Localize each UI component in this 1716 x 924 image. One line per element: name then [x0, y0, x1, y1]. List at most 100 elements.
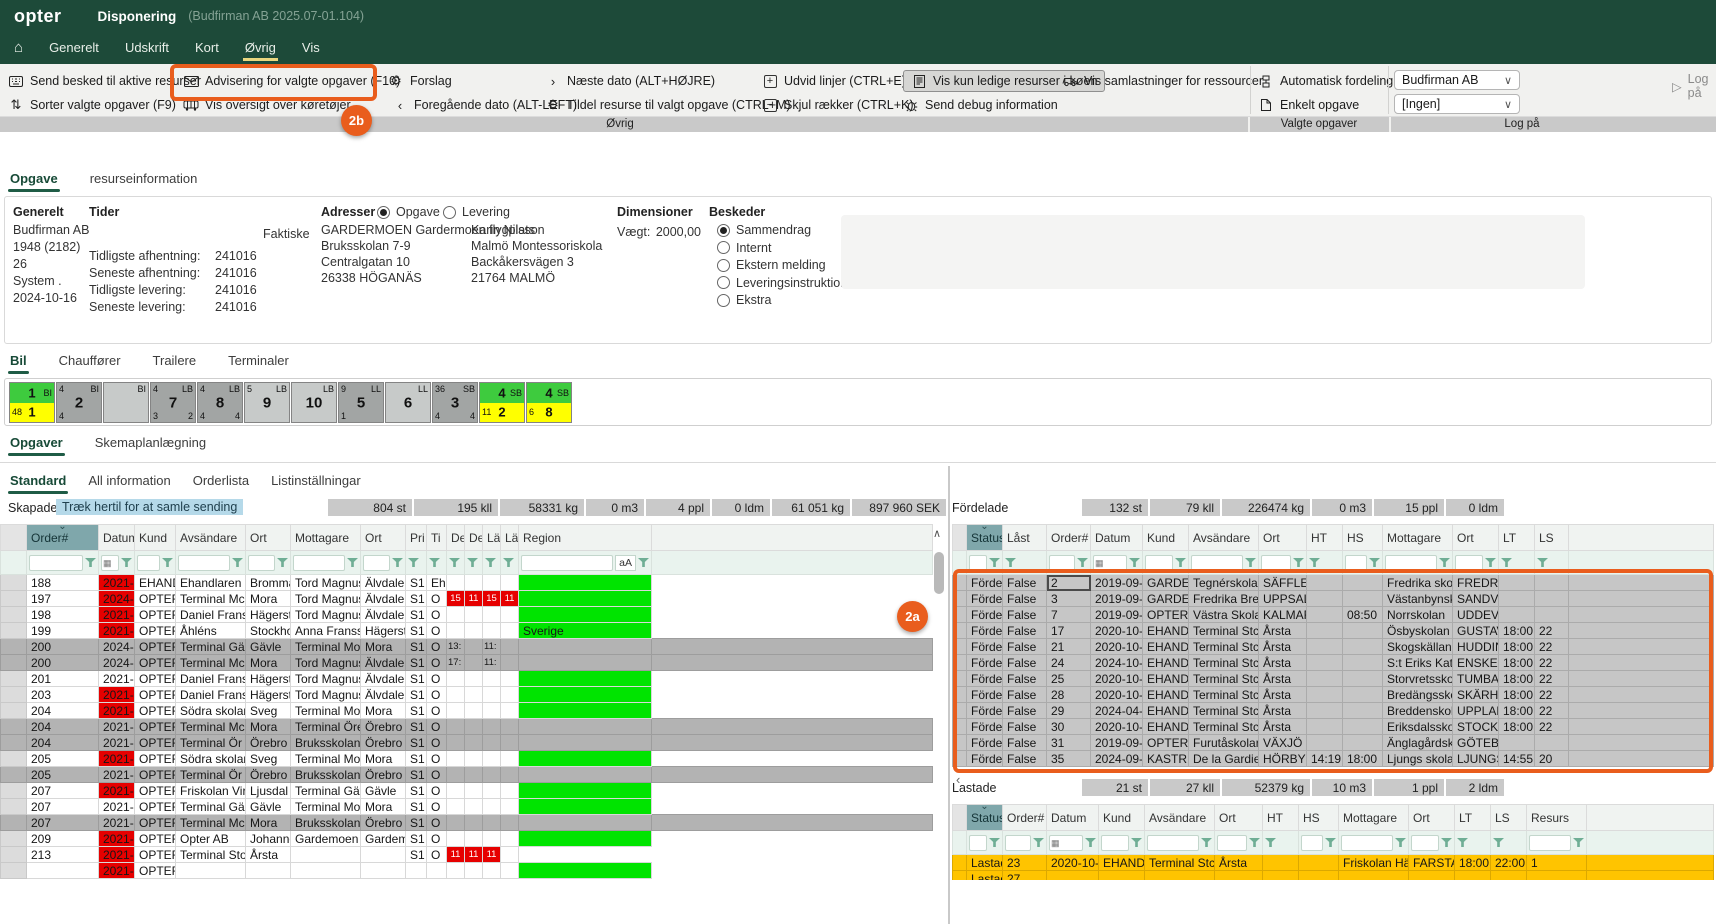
row-selector[interactable]: [1, 799, 27, 815]
enkelt-opgave-button[interactable]: Enkelt opgave: [1258, 94, 1359, 116]
filter-input[interactable]: [1301, 835, 1323, 851]
filter-funnel-icon[interactable]: [162, 558, 173, 567]
filter-input[interactable]: [178, 555, 230, 571]
filter-funnel-icon[interactable]: [1369, 558, 1380, 567]
filter-input[interactable]: [1005, 835, 1031, 851]
column-header-ti[interactable]: Ti: [427, 525, 447, 551]
forslag-button[interactable]: ⚙Forslag: [388, 70, 452, 92]
profile-dropdown[interactable]: [Ingen] ∨: [1394, 94, 1520, 114]
resource-tile[interactable]: 9LL51: [338, 382, 384, 423]
tab-resurseinformation[interactable]: resurseinformation: [88, 164, 200, 193]
row-selector[interactable]: [953, 607, 967, 623]
column-header-de[interactable]: De: [447, 525, 465, 551]
resource-tile[interactable]: 4LB732: [150, 382, 196, 423]
table-row[interactable]: FördeladFalse252020-10-EHANDTerminal Stc…: [953, 671, 1714, 687]
filter-input[interactable]: [521, 555, 613, 571]
table-row[interactable]: FördeladFalse352024-09-KASTRDe la Gardie…: [953, 751, 1714, 767]
adresser-radio-opgave[interactable]: Opgave: [377, 205, 440, 219]
filter-input[interactable]: [1385, 555, 1437, 571]
column-header-avs-ndare[interactable]: Avsändare: [1145, 805, 1215, 831]
row-selector[interactable]: [953, 639, 967, 655]
row-selector[interactable]: [1, 687, 27, 703]
table-row[interactable]: FördeladFalse292024-04-EHANDTerminal Stc…: [953, 703, 1714, 719]
column-header-ort[interactable]: Ort: [1215, 805, 1263, 831]
filter-funnel-icon[interactable]: [408, 558, 419, 567]
row-selector[interactable]: [1, 591, 27, 607]
filter-input[interactable]: [137, 555, 160, 571]
besked-text-area[interactable]: [841, 215, 1585, 289]
resource-tile[interactable]: LL6: [385, 382, 431, 423]
row-selector[interactable]: [1, 639, 27, 655]
row-selector[interactable]: [1, 767, 27, 783]
filter-input[interactable]: [1147, 835, 1199, 851]
table-row[interactable]: FördeladFalse212020-10-EHANDTerminal Stc…: [953, 639, 1714, 655]
filter-funnel-icon[interactable]: [989, 838, 1000, 847]
advisering-button[interactable]: Advisering for valgte opgaver (F10): [183, 70, 400, 92]
udvid-linjer-button[interactable]: +Udvid linjer (CTRL+E): [762, 70, 906, 92]
tab-listinst-llningar[interactable]: Listinställningar: [269, 466, 363, 495]
beskeder-radio-ekstern-melding[interactable]: Ekstern melding: [717, 258, 826, 272]
row-selector[interactable]: [1, 719, 27, 735]
filter-input[interactable]: ▦: [1093, 555, 1127, 571]
table-row[interactable]: 1882021-0EHANDEhandlarenBrommaTord Magnu…: [1, 575, 933, 591]
menu-item-kort[interactable]: Kort: [195, 32, 219, 64]
table-row[interactable]: 2052021-0OPTERSödra skolanSvegTerminal M…: [1, 751, 933, 767]
row-selector[interactable]: [1, 783, 27, 799]
vis-samlastninger-button[interactable]: Vis samlastninger for ressourcer: [1062, 70, 1263, 92]
row-selector[interactable]: [1, 607, 27, 623]
filter-funnel-icon[interactable]: [1573, 838, 1584, 847]
row-selector[interactable]: [1, 671, 27, 687]
resource-tile[interactable]: 4BI24: [56, 382, 102, 423]
filter-funnel-icon[interactable]: [1457, 838, 1468, 847]
tildel-resurse-button[interactable]: ⚙Tildel resurse til valgt opgave (CTRL+M…: [545, 94, 791, 116]
filter-funnel-icon[interactable]: [85, 558, 96, 567]
row-selector[interactable]: [953, 855, 967, 871]
filter-funnel-icon[interactable]: [1439, 558, 1450, 567]
scroll-up-icon[interactable]: ∧: [933, 527, 941, 540]
tab-chauff-rer[interactable]: Chauffører: [57, 346, 123, 375]
filter-funnel-icon[interactable]: [1249, 838, 1260, 847]
table-row[interactable]: FördeladFalse312019-09-OPTERFurutåskolar…: [953, 735, 1714, 751]
filter-funnel-icon[interactable]: [1129, 558, 1140, 567]
tab-orderlista[interactable]: Orderlista: [191, 466, 251, 495]
column-header-datum[interactable]: Datum: [1091, 525, 1143, 551]
send-besked-button[interactable]: Send besked til aktive resurser: [8, 70, 201, 92]
row-selector[interactable]: [953, 575, 967, 591]
table-row[interactable]: 2072021-0OPTERFriskolan VirLjusdalTermin…: [1, 783, 933, 799]
table-row[interactable]: FördeladFalse242024-10-EHANDTerminal Stc…: [953, 655, 1714, 671]
column-header-hs[interactable]: HS: [1299, 805, 1339, 831]
column-header-mottagare[interactable]: Mottagare: [1383, 525, 1453, 551]
filter-input[interactable]: [1411, 835, 1439, 851]
table-row[interactable]: 2042021-0OPTERSödra skolanSvegTerminal M…: [1, 703, 933, 719]
filter-funnel-icon[interactable]: [1131, 838, 1142, 847]
filter-funnel-icon[interactable]: [1395, 838, 1406, 847]
filter-funnel-icon[interactable]: [1077, 558, 1088, 567]
column-header-region[interactable]: Region: [519, 525, 652, 551]
column-header-kund[interactable]: Kund: [135, 525, 176, 551]
column-header-lt[interactable]: LT: [1499, 525, 1535, 551]
filter-funnel-icon[interactable]: [449, 558, 460, 567]
filter-funnel-icon[interactable]: [989, 558, 1000, 567]
filter-input[interactable]: [1145, 555, 1173, 571]
filter-funnel-icon[interactable]: [1245, 558, 1256, 567]
table-row[interactable]: 2072021-0OPTERTerminal GäGävleTerminal M…: [1, 799, 933, 815]
table-row[interactable]: 2021-0OPTER: [1, 863, 933, 879]
column-header-l-[interactable]: Lä: [483, 525, 501, 551]
filter-funnel-icon[interactable]: [429, 558, 440, 567]
filter-funnel-icon[interactable]: [1005, 558, 1016, 567]
filter-input[interactable]: [1101, 835, 1129, 851]
column-header-ort[interactable]: Ort: [361, 525, 406, 551]
menu-item-vis[interactable]: Vis: [302, 32, 320, 64]
filter-input[interactable]: [1341, 835, 1393, 851]
table-row[interactable]: FördeladFalse282020-10-EHANDTerminal Stc…: [953, 687, 1714, 703]
row-selector[interactable]: [1, 751, 27, 767]
row-selector[interactable]: [953, 719, 967, 735]
table-row[interactable]: FördeladFalse22019-09-GARDETegnérskolanS…: [953, 575, 1714, 591]
filter-funnel-icon[interactable]: [1293, 558, 1304, 567]
column-header-ort[interactable]: Ort: [1259, 525, 1307, 551]
table-row[interactable]: 2042021-0OPTERTerminal McMoraTerminal Ör…: [1, 719, 933, 735]
filter-input[interactable]: [29, 555, 83, 571]
column-header-resurs[interactable]: Resurs: [1527, 805, 1587, 831]
filter-input[interactable]: [1191, 555, 1243, 571]
table-row[interactable]: 1972024-0OPTERTerminal McMoraTord Magnus…: [1, 591, 933, 607]
